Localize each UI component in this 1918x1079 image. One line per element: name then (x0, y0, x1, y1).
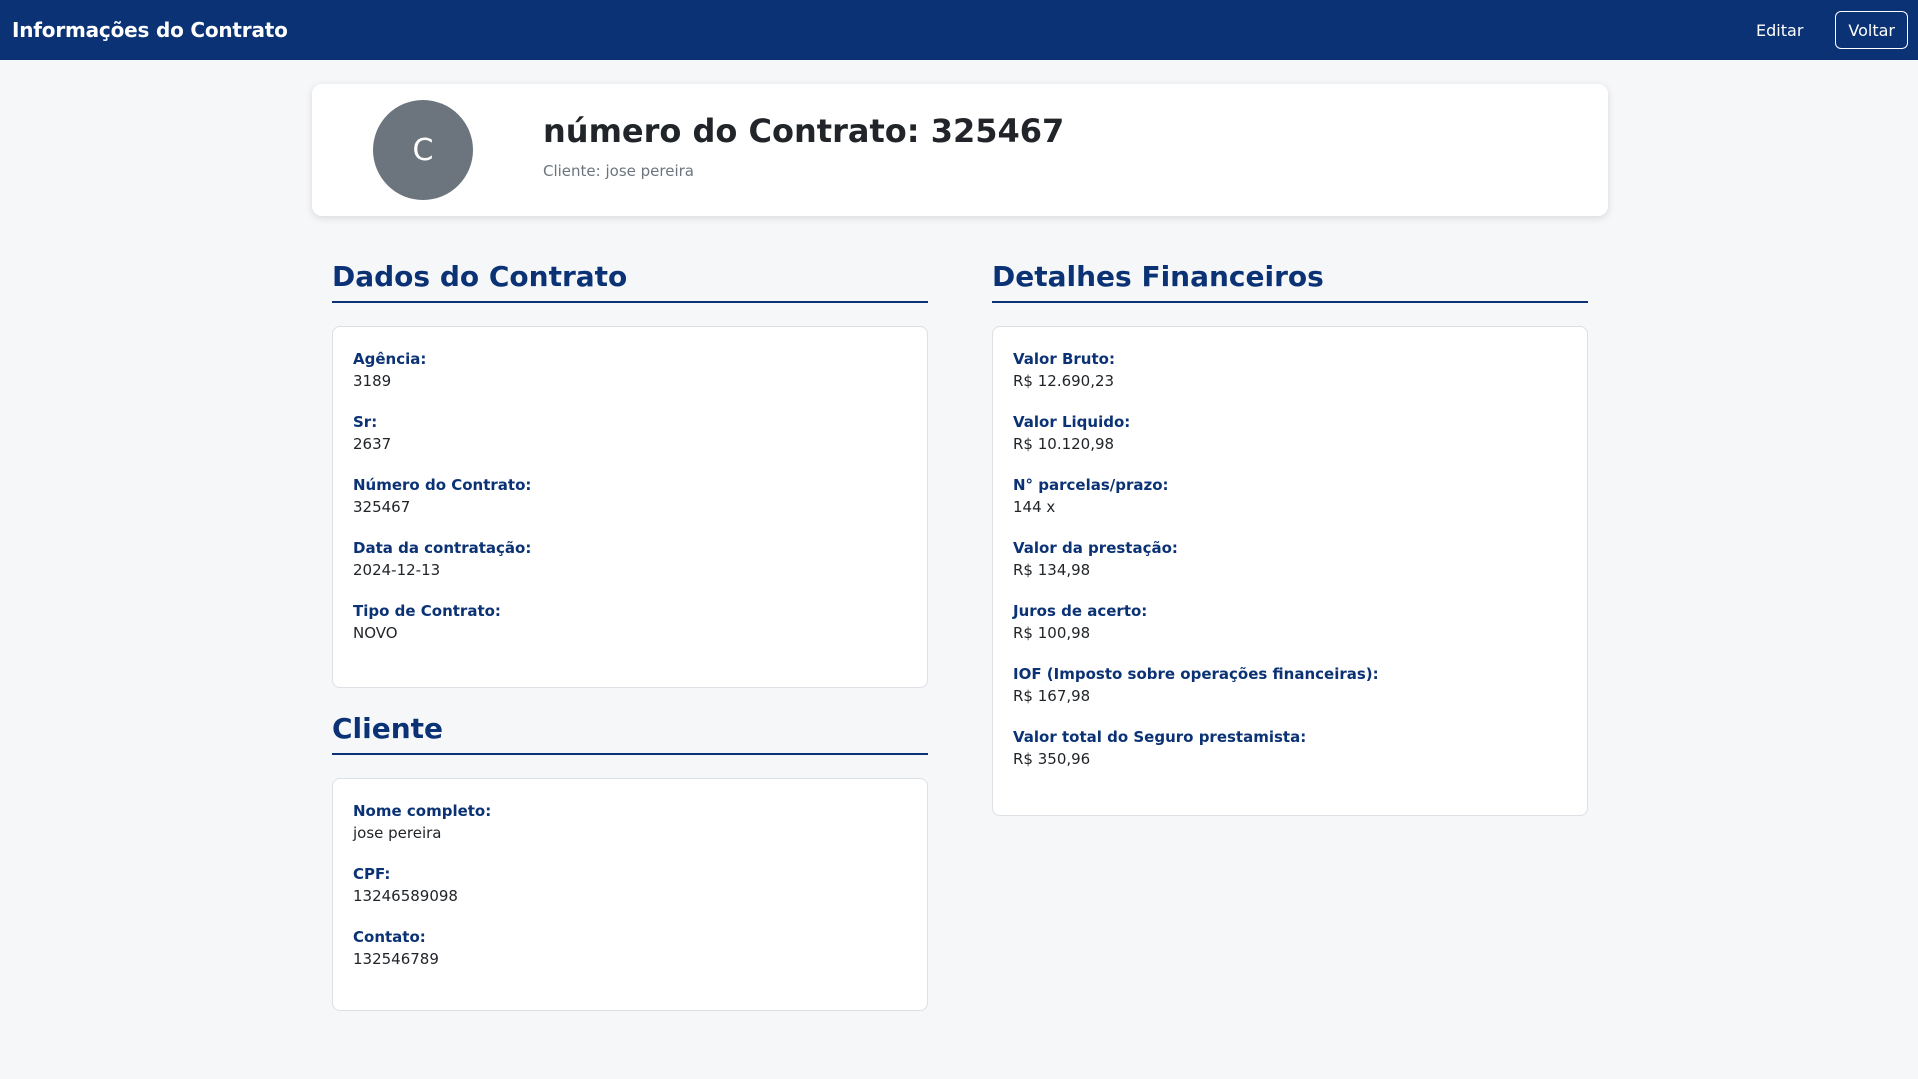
field-iof: IOF (Imposto sobre operações financeiras… (1013, 664, 1567, 708)
field-installments: N° parcelas/prazo: 144 x (1013, 475, 1567, 519)
field-value: 2637 (353, 435, 392, 453)
field-label: Contato: (353, 928, 426, 946)
contract-number-title: número do Contrato: 325467 (543, 112, 1065, 150)
field-value: 3189 (353, 372, 392, 390)
field-sr: Sr: 2637 (353, 412, 907, 456)
top-navbar: Informações do Contrato Editar Voltar (0, 0, 1918, 60)
field-value: R$ 167,98 (1013, 687, 1091, 705)
field-label: Data da contratação: (353, 539, 532, 557)
field-value: R$ 12.690,23 (1013, 372, 1115, 390)
field-label: Sr: (353, 413, 378, 431)
field-contract-date: Data da contratação: 2024-12-13 (353, 538, 907, 582)
field-value: 13246589098 (353, 887, 458, 905)
field-net-value: Valor Liquido: R$ 10.120,98 (1013, 412, 1567, 456)
field-value: 144 x (1013, 498, 1056, 516)
field-value: 2024-12-13 (353, 561, 441, 579)
field-label: Tipo de Contrato: (353, 602, 501, 620)
field-gross-value: Valor Bruto: R$ 12.690,23 (1013, 349, 1567, 393)
field-value: jose pereira (353, 824, 442, 842)
field-label: Valor Bruto: (1013, 350, 1115, 368)
field-label: Valor total do Seguro prestamista: (1013, 728, 1307, 746)
client-section-title: Cliente (332, 712, 928, 755)
field-label: Valor Liquido: (1013, 413, 1131, 431)
field-label: Juros de acerto: (1013, 602, 1148, 620)
field-value: R$ 350,96 (1013, 750, 1091, 768)
field-label: Número do Contrato: (353, 476, 532, 494)
field-value: R$ 100,98 (1013, 624, 1091, 642)
financial-info-card: Valor Bruto: R$ 12.690,23 Valor Liquido:… (992, 326, 1588, 816)
field-contract-type: Tipo de Contrato: NOVO (353, 601, 907, 645)
contract-section-title: Dados do Contrato (332, 260, 928, 303)
field-value: R$ 134,98 (1013, 561, 1091, 579)
field-label: Nome completo: (353, 802, 492, 820)
edit-button[interactable]: Editar (1748, 13, 1811, 48)
field-label: Valor da prestação: (1013, 539, 1178, 557)
field-agencia: Agência: 3189 (353, 349, 907, 393)
field-insurance-total: Valor total do Seguro prestamista: R$ 35… (1013, 727, 1567, 771)
field-value: 132546789 (353, 950, 439, 968)
navbar-title: Informações do Contrato (12, 18, 288, 42)
contract-info-card: Agência: 3189 Sr: 2637 Número do Contrat… (332, 326, 928, 688)
navbar-actions: Editar Voltar (1748, 11, 1908, 49)
field-interest: Juros de acerto: R$ 100,98 (1013, 601, 1567, 645)
field-value: R$ 10.120,98 (1013, 435, 1115, 453)
back-button[interactable]: Voltar (1835, 11, 1908, 49)
field-label: IOF (Imposto sobre operações financeiras… (1013, 665, 1379, 683)
field-value: NOVO (353, 624, 398, 642)
field-cpf: CPF: 13246589098 (353, 864, 907, 908)
field-value: 325467 (353, 498, 411, 516)
field-full-name: Nome completo: jose pereira (353, 801, 907, 845)
field-installment-value: Valor da prestação: R$ 134,98 (1013, 538, 1567, 582)
field-contract-number: Número do Contrato: 325467 (353, 475, 907, 519)
financial-section-title: Detalhes Financeiros (992, 260, 1588, 303)
field-label: N° parcelas/prazo: (1013, 476, 1169, 494)
client-info-card: Nome completo: jose pereira CPF: 1324658… (332, 778, 928, 1011)
field-label: Agência: (353, 350, 427, 368)
field-label: CPF: (353, 865, 391, 883)
field-contact: Contato: 132546789 (353, 927, 907, 971)
client-subtitle: Cliente: jose pereira (543, 162, 694, 180)
contract-header-card: C número do Contrato: 325467 Cliente: jo… (312, 84, 1608, 216)
avatar: C (373, 100, 473, 200)
